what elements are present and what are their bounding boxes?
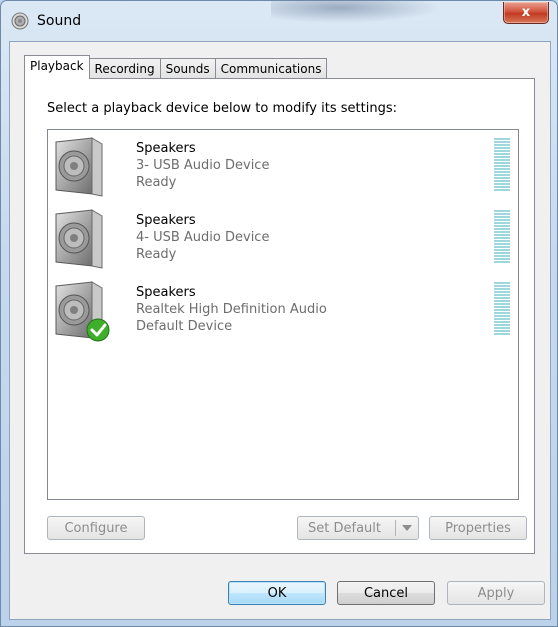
device-item[interactable]: Speakers Realtek High Definition Audio D…: [48, 276, 518, 346]
speaker-icon: [55, 281, 110, 342]
ok-button[interactable]: OK: [228, 581, 326, 605]
device-status: Ready: [136, 247, 177, 262]
properties-button[interactable]: Properties: [429, 516, 527, 540]
configure-button[interactable]: Configure: [47, 516, 145, 540]
dropdown-arrow-icon[interactable]: [402, 525, 412, 531]
tab-sounds[interactable]: Sounds: [159, 58, 216, 79]
set-default-button[interactable]: Set Default: [297, 516, 419, 540]
level-meter: [494, 282, 510, 336]
device-text: Speakers Realtek High Definition Audio D…: [136, 284, 327, 335]
playback-panel: Select a playback device below to modify…: [24, 78, 535, 554]
set-default-label: Set Default: [308, 520, 381, 536]
speaker-icon: [55, 137, 103, 197]
sound-window: Sound x Playback Recording Sounds Commun…: [0, 0, 558, 627]
title-bar[interactable]: Sound x: [1, 1, 557, 41]
device-description: 3- USB Audio Device: [136, 158, 270, 173]
speaker-icon: [55, 209, 103, 269]
device-status: Ready: [136, 175, 177, 190]
level-meter: [494, 210, 510, 264]
tab-recording[interactable]: Recording: [88, 58, 161, 79]
device-description: Realtek High Definition Audio: [136, 302, 327, 317]
device-list[interactable]: Speakers 3- USB Audio Device Ready Speak…: [47, 129, 519, 500]
tab-strip: Playback Recording Sounds Communications: [24, 55, 328, 79]
tab-playback[interactable]: Playback: [24, 55, 90, 79]
close-button[interactable]: x: [503, 2, 549, 24]
instruction-text: Select a playback device below to modify…: [47, 101, 397, 116]
apply-button[interactable]: Apply: [447, 581, 545, 605]
split-divider: [395, 520, 396, 536]
title-bar-decoration: [271, 1, 441, 23]
cancel-button[interactable]: Cancel: [337, 581, 435, 605]
device-name: Speakers: [136, 285, 196, 300]
device-status: Default Device: [136, 319, 233, 334]
device-text: Speakers 3- USB Audio Device Ready: [136, 140, 269, 191]
dialog-client-area: Playback Recording Sounds Communications…: [9, 41, 551, 620]
speaker-icon: [11, 12, 29, 30]
device-text: Speakers 4- USB Audio Device Ready: [136, 212, 269, 263]
level-meter: [494, 138, 510, 192]
close-icon: x: [521, 5, 531, 20]
device-name: Speakers: [136, 141, 196, 156]
green-check-icon: [86, 318, 110, 342]
device-item[interactable]: Speakers 4- USB Audio Device Ready: [48, 204, 518, 274]
device-description: 4- USB Audio Device: [136, 230, 270, 245]
device-item[interactable]: Speakers 3- USB Audio Device Ready: [48, 132, 518, 202]
window-title: Sound: [37, 13, 82, 29]
tab-communications[interactable]: Communications: [214, 58, 328, 79]
device-name: Speakers: [136, 213, 196, 228]
